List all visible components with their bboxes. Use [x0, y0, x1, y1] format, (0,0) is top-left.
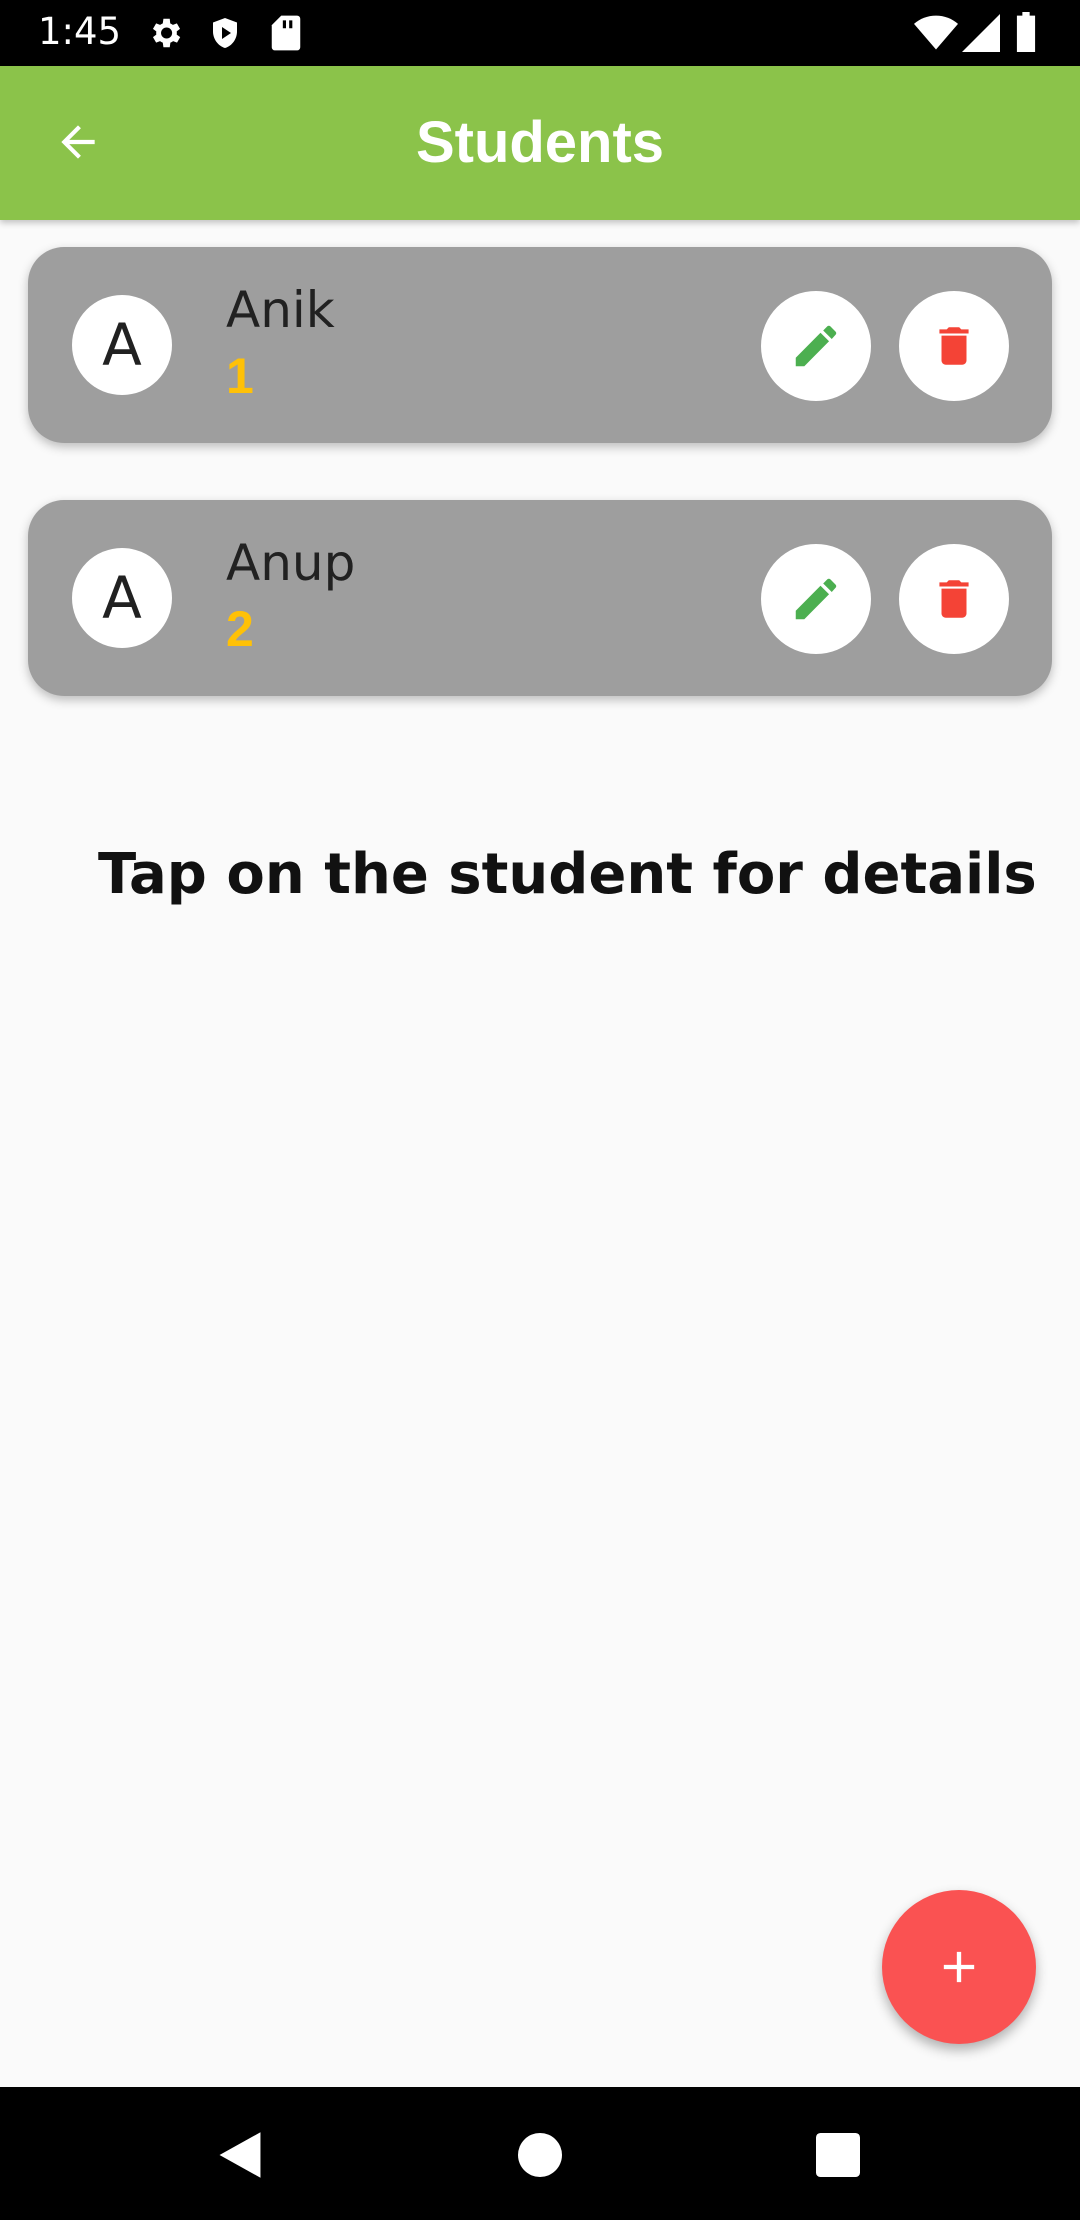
add-student-button[interactable]	[882, 1890, 1036, 2044]
hint-text: Tap on the student for details	[98, 842, 1037, 907]
nav-home-button[interactable]	[508, 2123, 572, 2187]
avatar: A	[72, 295, 172, 395]
navigation-bar	[0, 2087, 1080, 2220]
student-roll: 2	[226, 601, 254, 657]
battery-icon	[1014, 12, 1038, 57]
student-roll: 1	[226, 348, 254, 404]
wifi-icon	[914, 14, 958, 57]
settings-icon	[146, 14, 184, 57]
back-triangle-icon	[219, 2132, 261, 2178]
edit-button[interactable]	[761, 291, 871, 401]
delete-button[interactable]	[899, 544, 1009, 654]
trash-icon	[939, 580, 969, 618]
delete-button[interactable]	[899, 291, 1009, 401]
pencil-icon	[795, 578, 837, 620]
plus-icon	[943, 1951, 975, 1983]
nav-back-button[interactable]	[208, 2123, 272, 2187]
home-circle-icon	[518, 2133, 562, 2177]
signal-icon	[962, 14, 1000, 57]
recents-square-icon	[816, 2133, 860, 2177]
student-card[interactable]: A Anik 1	[28, 247, 1052, 443]
page-title: Students	[415, 110, 665, 175]
edit-button[interactable]	[761, 544, 871, 654]
student-name: Anik	[226, 281, 335, 339]
student-card[interactable]: A Anup 2	[28, 500, 1052, 696]
sd-card-icon	[270, 14, 302, 57]
status-bar: 1:45	[0, 0, 1080, 66]
shield-play-icon	[207, 14, 243, 57]
pencil-icon	[795, 325, 837, 367]
student-name: Anup	[226, 534, 356, 592]
status-time: 1:45	[38, 10, 122, 53]
nav-recents-button[interactable]	[806, 2123, 870, 2187]
trash-icon	[939, 327, 969, 365]
avatar: A	[72, 548, 172, 648]
